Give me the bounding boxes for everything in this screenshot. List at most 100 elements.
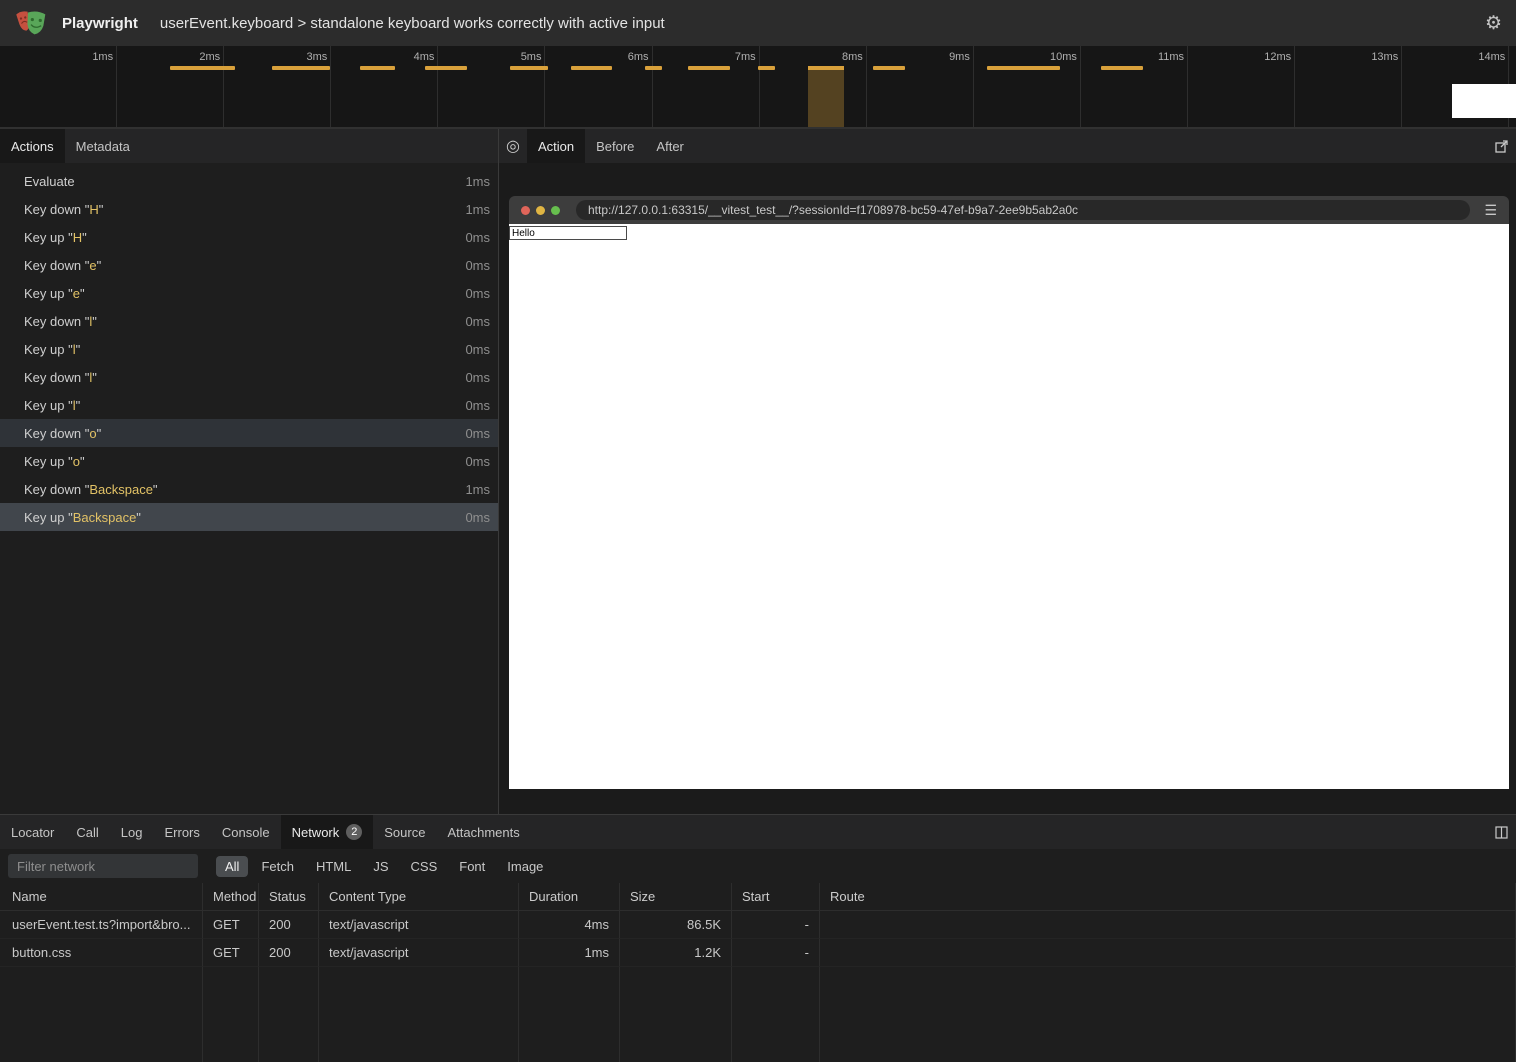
timeline-action-bar[interactable] xyxy=(360,66,395,70)
action-list-item[interactable]: Evaluate1ms xyxy=(0,167,498,195)
tab-label: Errors xyxy=(164,825,199,840)
action-key-value: e xyxy=(73,286,80,301)
timeline-action-bar[interactable] xyxy=(425,66,467,70)
network-filter-input[interactable] xyxy=(8,854,198,878)
open-snapshot-external-icon[interactable] xyxy=(1487,129,1516,163)
filter-chip-fetch[interactable]: Fetch xyxy=(252,856,303,877)
snapshot-text-input[interactable] xyxy=(509,226,627,240)
filter-chip-image[interactable]: Image xyxy=(498,856,552,877)
network-cell xyxy=(820,939,1516,967)
action-list-item[interactable]: Key up "l"0ms xyxy=(0,335,498,363)
actions-panel: ActionsMetadata Evaluate1msKey down "H"1… xyxy=(0,129,499,814)
tab-attachments[interactable]: Attachments xyxy=(436,815,530,849)
pick-locator-target-icon[interactable]: ◎ xyxy=(499,129,527,163)
tab-label: Console xyxy=(222,825,270,840)
filter-chip-css[interactable]: CSS xyxy=(402,856,447,877)
action-title: Key up "H" xyxy=(24,230,87,245)
filter-chip-js[interactable]: JS xyxy=(364,856,397,877)
actions-tabstrip: Actions Metadata xyxy=(0,129,498,163)
timeline-screenshot-thumbnail[interactable] xyxy=(1452,84,1516,118)
timeline-tick: 9ms xyxy=(867,46,974,127)
action-key-value: o xyxy=(89,426,96,441)
action-title: Key down "l" xyxy=(24,314,97,329)
network-type-filters: AllFetchHTMLJSCSSFontImage xyxy=(216,856,552,877)
details-tabstrip: Locator CallLog Errors Console Network2 Sourc… xyxy=(0,815,1516,849)
network-table-row[interactable]: button.cssGET200text/javascript1ms1.2K- xyxy=(0,939,1516,967)
action-list-item[interactable]: Key up "Backspace"0ms xyxy=(0,503,498,531)
action-title: Key down "e" xyxy=(24,258,101,273)
tab-actions[interactable]: Actions xyxy=(0,129,65,163)
tab-label: After xyxy=(656,139,683,154)
network-cell: 200 xyxy=(259,939,319,967)
tab-action[interactable]: Action xyxy=(527,129,585,163)
filter-chip-all[interactable]: All xyxy=(216,856,248,877)
action-list-item[interactable]: Key up "H"0ms xyxy=(0,223,498,251)
tab-locator[interactable]: Locator xyxy=(0,815,65,849)
action-duration: 1ms xyxy=(465,482,490,497)
action-list-item[interactable]: Key up "l"0ms xyxy=(0,391,498,419)
timeline-action-bar[interactable] xyxy=(688,66,730,70)
action-key-value: Backspace xyxy=(89,482,153,497)
filter-chip-font[interactable]: Font xyxy=(450,856,494,877)
tab-before[interactable]: Before xyxy=(585,129,645,163)
timeline[interactable]: 1ms2ms3ms4ms5ms6ms7ms8ms9ms10ms11ms12ms1… xyxy=(0,46,1516,129)
maximize-dot-icon xyxy=(551,206,560,215)
network-cell: text/javascript xyxy=(319,911,519,939)
tab-errors[interactable]: Errors xyxy=(153,815,210,849)
tab-log[interactable]: Log xyxy=(110,815,154,849)
timeline-selected-range[interactable] xyxy=(808,66,844,127)
action-list-item[interactable]: Key up "o"0ms xyxy=(0,447,498,475)
timeline-action-bar[interactable] xyxy=(170,66,235,70)
timeline-action-bar[interactable] xyxy=(987,66,1060,70)
action-list-item[interactable]: Key up "e"0ms xyxy=(0,279,498,307)
tab-network[interactable]: Network2 xyxy=(281,815,374,849)
action-key-value: l xyxy=(89,370,92,385)
action-duration: 0ms xyxy=(465,342,490,357)
timeline-ruler: 1ms2ms3ms4ms5ms6ms7ms8ms9ms10ms11ms12ms1… xyxy=(10,46,1509,127)
snapshot-page xyxy=(509,224,1509,789)
timeline-action-bar[interactable] xyxy=(510,66,548,70)
tab-metadata[interactable]: Metadata xyxy=(65,129,141,163)
timeline-tick: 11ms xyxy=(1081,46,1188,127)
timeline-action-bar[interactable] xyxy=(1101,66,1143,70)
close-dot-icon xyxy=(521,206,530,215)
action-list-item[interactable]: Key down "Backspace"1ms xyxy=(0,475,498,503)
timeline-action-bar[interactable] xyxy=(645,66,662,70)
timeline-tick: 10ms xyxy=(974,46,1081,127)
network-filler-cell xyxy=(203,967,259,1062)
tab-label: Source xyxy=(384,825,425,840)
tab-label: Locator xyxy=(11,825,54,840)
action-key-value: o xyxy=(73,454,80,469)
action-list-item[interactable]: Key down "H"1ms xyxy=(0,195,498,223)
network-cell: GET xyxy=(203,939,259,967)
action-duration: 1ms xyxy=(465,174,490,189)
action-list: Evaluate1msKey down "H"1msKey up "H"0msK… xyxy=(0,163,498,814)
settings-gear-icon[interactable]: ⚙ xyxy=(1485,14,1502,33)
tab-call[interactable]: Call xyxy=(65,815,109,849)
tab-after[interactable]: After xyxy=(645,129,694,163)
tab-label: Actions xyxy=(11,139,54,154)
network-column-header: Start xyxy=(732,883,820,911)
timeline-action-bar[interactable] xyxy=(571,66,612,70)
action-key-value: e xyxy=(89,258,96,273)
network-table-row[interactable]: userEvent.test.ts?import&bro...GET200tex… xyxy=(0,911,1516,939)
toggle-columns-layout-icon[interactable] xyxy=(1487,815,1516,849)
timeline-tick: 12ms xyxy=(1188,46,1295,127)
timeline-tick: 6ms xyxy=(545,46,652,127)
action-list-item[interactable]: Key down "e"0ms xyxy=(0,251,498,279)
timeline-action-bar[interactable] xyxy=(272,66,330,70)
timeline-action-bar[interactable] xyxy=(873,66,905,70)
network-filler-cell xyxy=(820,967,1516,1062)
action-title: Key down "H" xyxy=(24,202,103,217)
action-duration: 0ms xyxy=(465,426,490,441)
filter-chip-html[interactable]: HTML xyxy=(307,856,360,877)
tab-console[interactable]: Console xyxy=(211,815,281,849)
network-column-header: Route xyxy=(820,883,1516,911)
action-list-item[interactable]: Key down "l" 0ms xyxy=(0,307,498,335)
action-duration: 0ms xyxy=(465,314,490,329)
timeline-action-bar[interactable] xyxy=(758,66,775,70)
action-list-item[interactable]: Key down "o"0ms xyxy=(0,419,498,447)
tab-label: Metadata xyxy=(76,139,130,154)
action-list-item[interactable]: Key down "l"0ms xyxy=(0,363,498,391)
tab-source[interactable]: Source xyxy=(373,815,436,849)
